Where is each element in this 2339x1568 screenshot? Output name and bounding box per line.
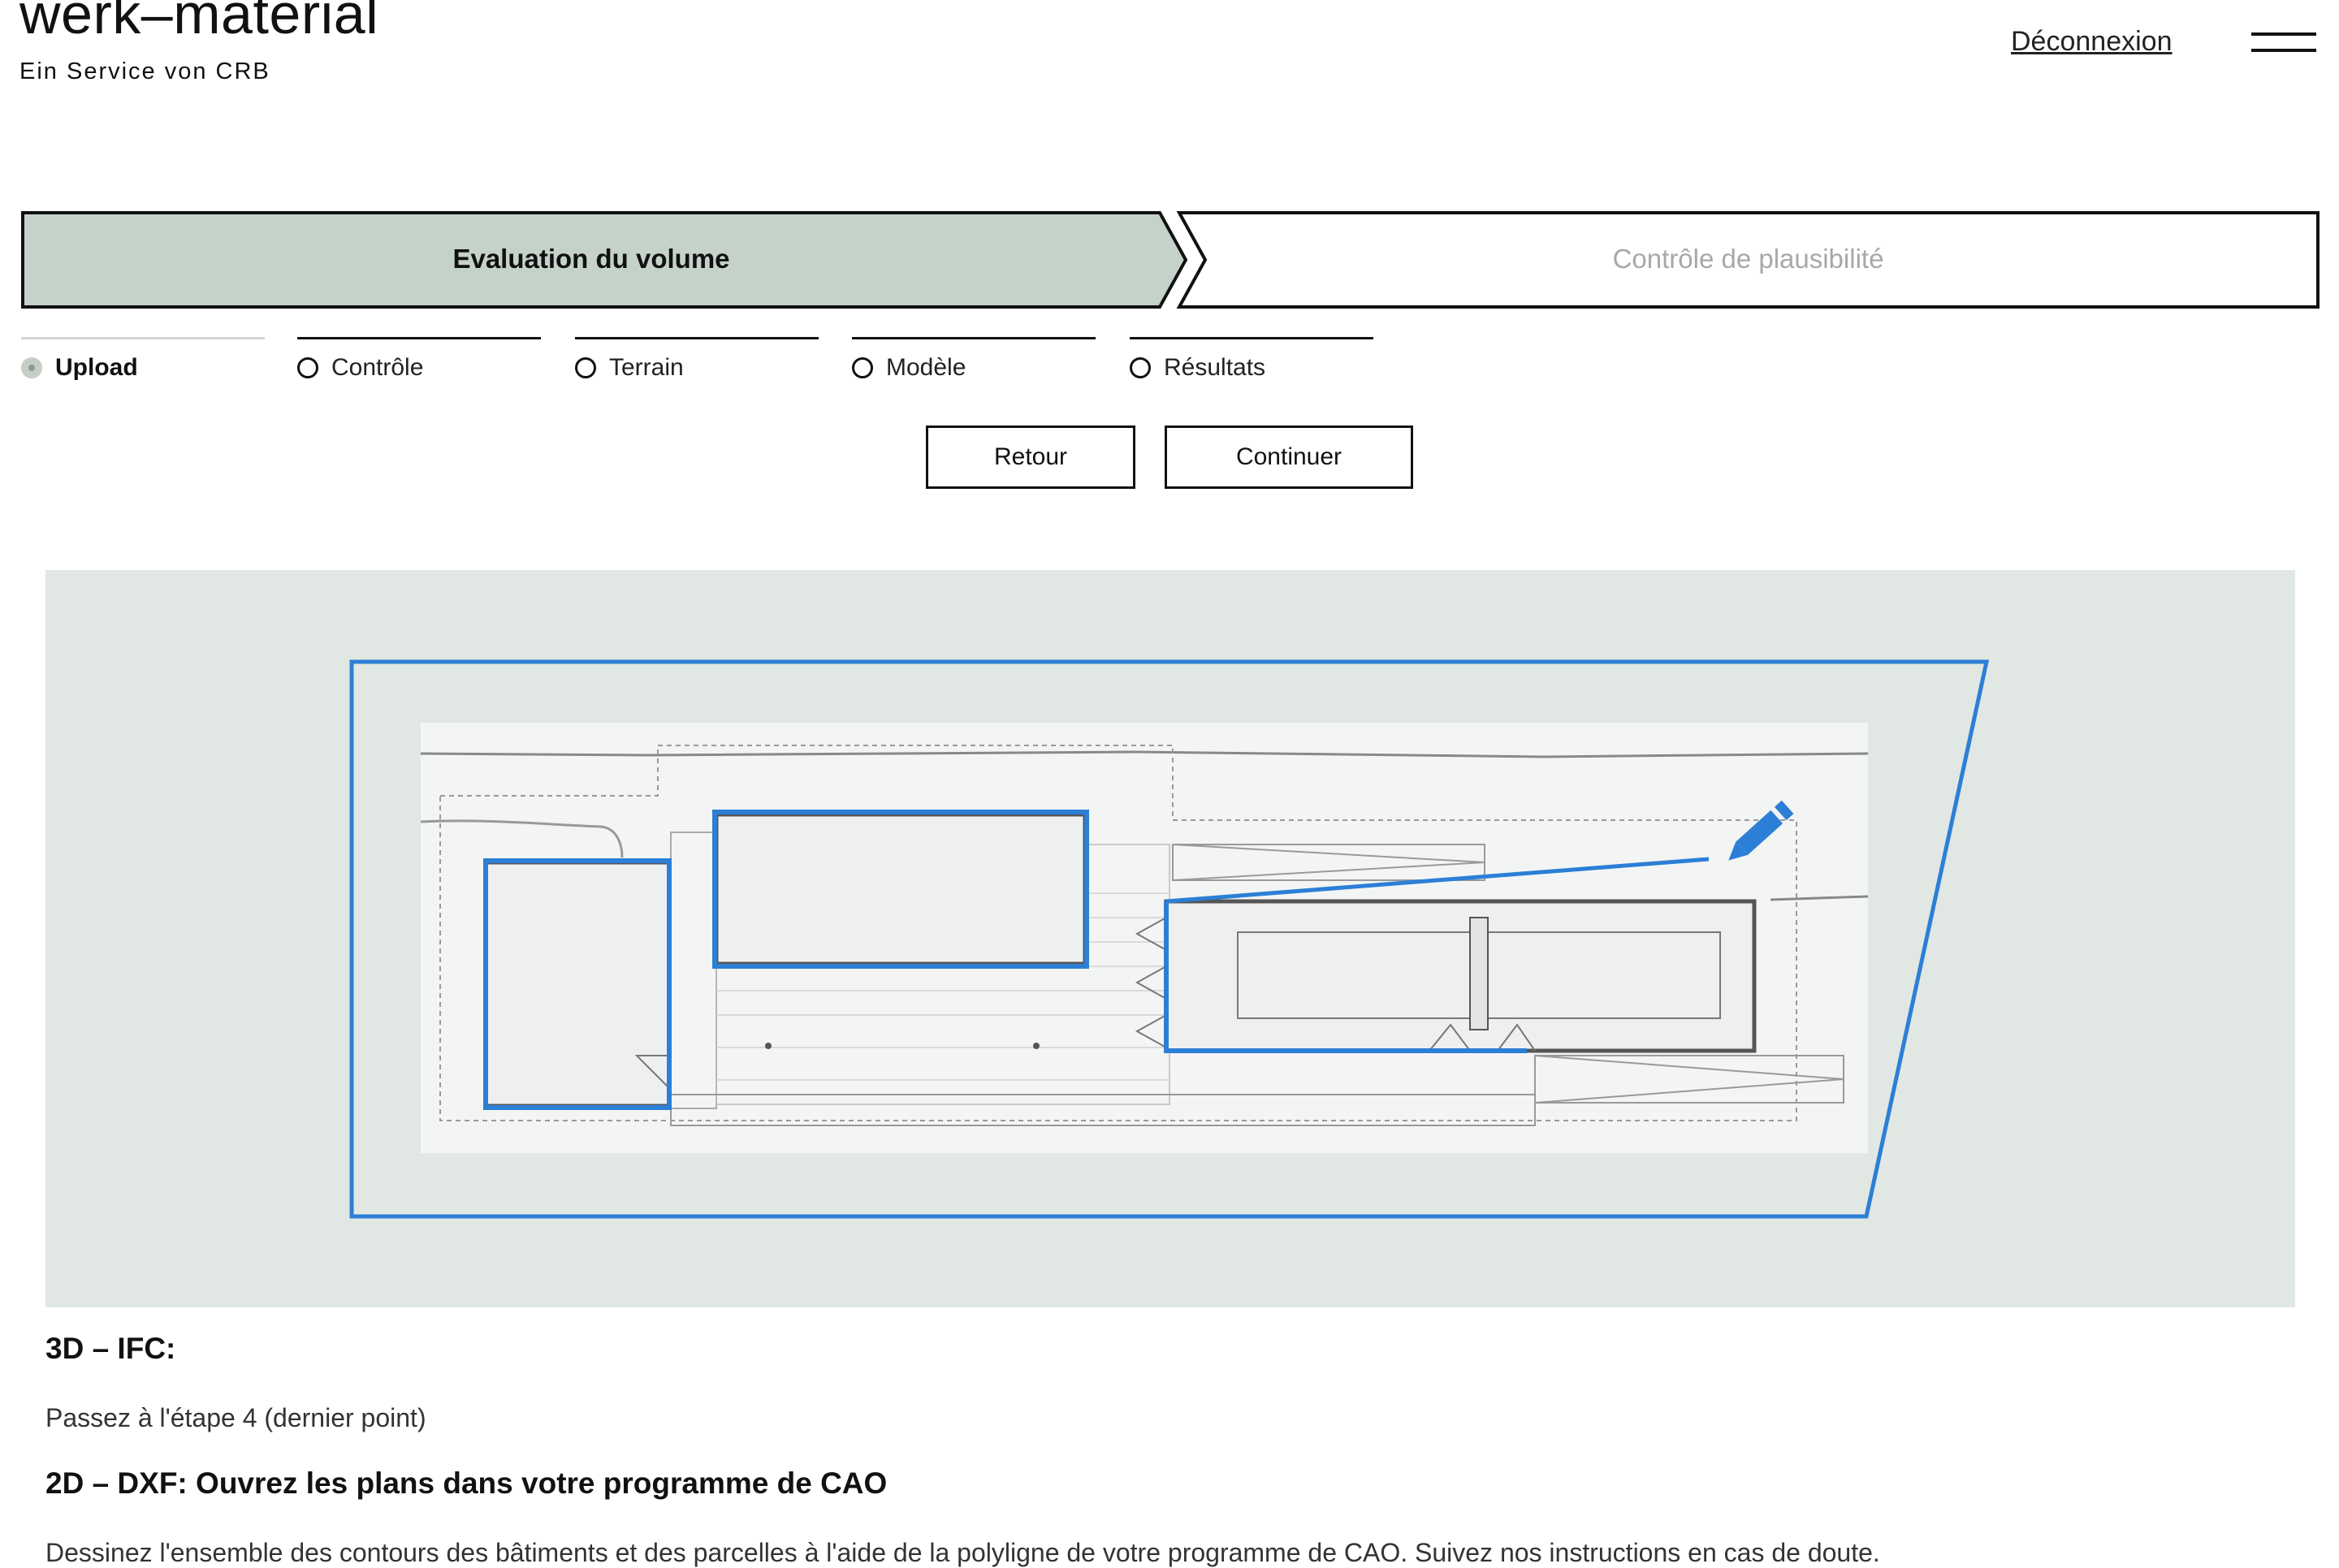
ifc-text: Passez à l'étape 4 (dernier point) [45, 1403, 426, 1432]
step-resultats-label: Résultats [1164, 354, 1266, 381]
radio-empty-icon [297, 357, 318, 378]
step-terrain[interactable]: Terrain [575, 337, 819, 382]
step-terrain-line [575, 337, 819, 339]
floor-plan-drawing [349, 659, 1990, 1219]
dxf-heading: 2D – DXF: Ouvrez les plans dans votre pr… [45, 1466, 888, 1500]
step-controle[interactable]: Contrôle [297, 337, 541, 382]
step-controle-label: Contrôle [331, 354, 424, 381]
phase-plausibility-check: Contrôle de plausibilité [1612, 244, 1884, 274]
step-controle-line [297, 337, 541, 339]
step-upload[interactable]: Upload [21, 337, 265, 382]
phase-progress-bar [21, 211, 2320, 309]
radio-empty-icon [852, 357, 873, 378]
step-resultats[interactable]: Résultats [1130, 337, 1373, 382]
radio-empty-icon [575, 357, 596, 378]
step-resultats-line [1130, 337, 1373, 339]
radio-selected-icon [21, 357, 42, 378]
ifc-heading: 3D – IFC: [45, 1332, 176, 1365]
continue-button[interactable]: Continuer [1165, 425, 1413, 489]
step-modele-line [852, 337, 1096, 339]
step-modele-label: Modèle [886, 354, 966, 381]
back-button[interactable]: Retour [926, 425, 1135, 489]
floor-plan-illustration [45, 570, 2295, 1307]
dxf-text: Dessinez l'ensemble des contours des bât… [45, 1538, 1880, 1567]
phase-volume-evaluation: Evaluation du volume [452, 244, 730, 274]
step-modele[interactable]: Modèle [852, 337, 1096, 382]
radio-empty-icon [1130, 357, 1151, 378]
step-upload-label: Upload [55, 354, 138, 381]
step-terrain-label: Terrain [609, 354, 684, 381]
step-upload-line [21, 337, 265, 339]
